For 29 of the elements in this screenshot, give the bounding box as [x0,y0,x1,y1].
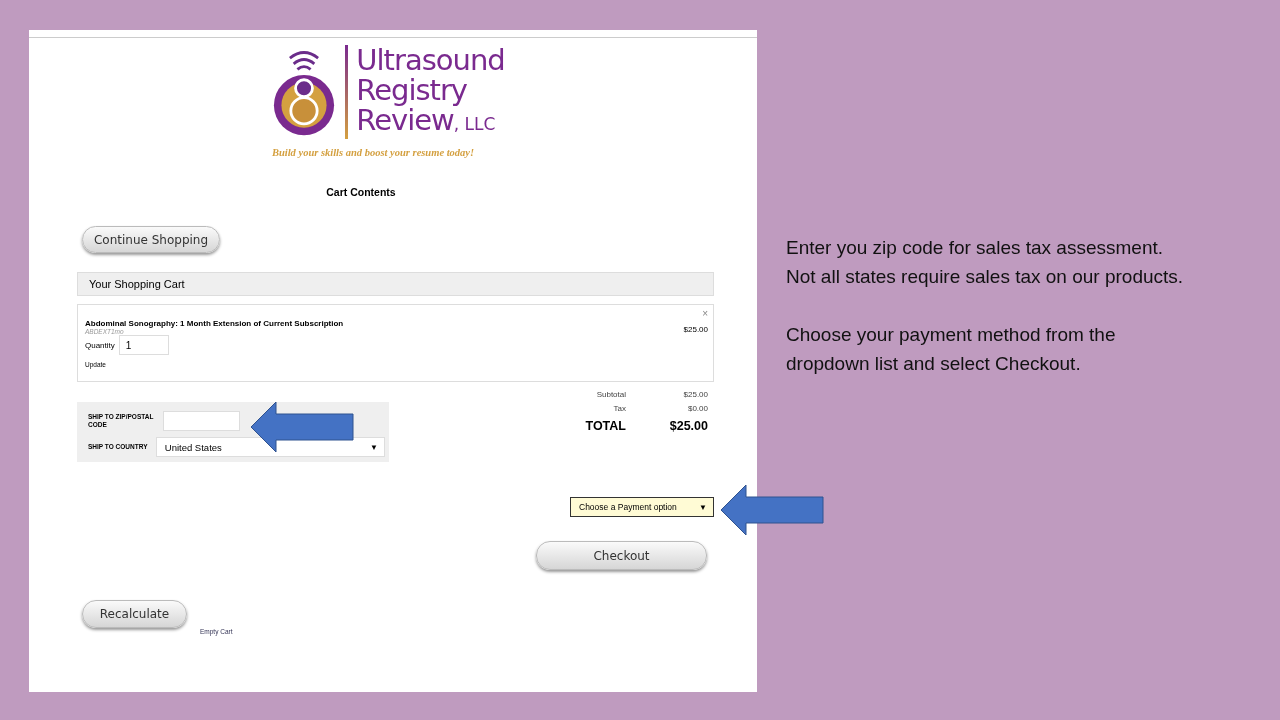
arrow-icon [720,484,824,536]
cart-header: Your Shopping Cart [77,272,714,296]
page-heading: Cart Contents [326,186,396,198]
logo-text: Review [356,105,454,135]
total-value: $25.00 [683,389,708,401]
logo-text: Ultrasound [356,45,505,75]
note-text: Choose your payment method from the dropdown list and select Checkout. [786,323,1117,376]
total-label: Subtotal [595,389,626,401]
total-value: $25.00 [669,419,708,433]
checkout-button[interactable]: Checkout [536,541,707,570]
arrow-icon [250,401,354,453]
product-name: Abdominal Sonography: 1 Month Extension of Current Subscription [85,319,344,328]
recalculate-button[interactable]: Recalculate [82,600,187,628]
total-value: $0.00 [687,403,708,415]
logo-tagline: Build your skills and boost your resume today! [271,147,475,158]
remove-icon[interactable]: × [702,309,708,319]
quantity-label: Quantity [85,340,115,350]
note-text: Enter you zip code for sales tax assessment. [786,236,1164,260]
logo-suffix: , LLC [453,114,496,136]
payment-dropdown[interactable]: Choose a Payment option ▼ [570,497,714,517]
quantity-field[interactable]: 1 [118,335,169,355]
item-price: $25.00 [683,325,708,334]
zip-field[interactable] [163,411,240,431]
country-dropdown[interactable]: United States ▼ [155,437,385,457]
continue-shopping-button[interactable]: Continue Shopping [82,226,220,253]
logo-text: Registry [356,75,469,105]
total-label: TOTAL [584,419,626,433]
total-label: Tax [612,403,626,415]
note-text: Not all states require sales tax on our products. [786,265,1185,289]
